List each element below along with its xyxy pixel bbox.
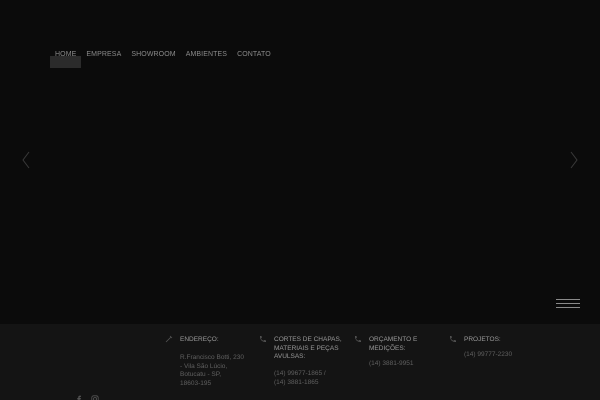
projetos-phone: (14) 99777-2230 (464, 351, 513, 358)
slider-next-button[interactable] (568, 150, 580, 170)
pin-icon (165, 335, 173, 343)
main-nav: HOME EMPRESA SHOWROOM AMBIENTES CONTATO (50, 46, 276, 68)
facebook-icon[interactable] (75, 390, 83, 400)
footer: ENDEREÇO: R.Francisco Botti, 230 - Vila … (0, 324, 600, 400)
address-line: 18603-195 (180, 379, 212, 387)
phone-icon (449, 335, 457, 343)
orcamento-phone: (14) 3881-9951 (369, 360, 414, 367)
nav-item-ambientes[interactable]: AMBIENTES (181, 46, 232, 68)
nav-item-contato[interactable]: CONTATO (232, 46, 276, 68)
address-label: ENDEREÇO: (180, 336, 219, 343)
cortes-phone: (14) 99677-1865 / (274, 370, 326, 377)
orcamento-label-line: MEDIÇÕES: (369, 344, 406, 352)
slider-prev-button[interactable] (20, 150, 32, 170)
address-line: - Vila São Lúcio, (180, 362, 228, 370)
social-links (75, 390, 99, 400)
hamburger-menu-icon[interactable] (556, 299, 580, 311)
orcamento-label-line: ORÇAMENTO E (369, 336, 418, 343)
address-line: R.Francisco Botti, 230 (180, 354, 244, 361)
cortes-label-line: CORTES DE CHAPAS, (274, 336, 342, 343)
address-line: Botucatu - SP, (180, 371, 222, 379)
projetos-label: PROJETOS: (464, 336, 501, 343)
chevron-right-icon (568, 151, 580, 174)
hero-slider: HOME EMPRESA SHOWROOM AMBIENTES CONTATO (0, 0, 600, 324)
chevron-left-icon (20, 151, 32, 174)
nav-item-showroom[interactable]: SHOWROOM (126, 46, 180, 68)
nav-item-empresa[interactable]: EMPRESA (81, 46, 126, 68)
phone-icon (259, 335, 267, 343)
cortes-label-line: AVULSAS: (274, 353, 306, 361)
instagram-icon[interactable] (91, 390, 99, 400)
phone-icon (354, 335, 362, 343)
cortes-label-line: MATERIAIS E PEÇAS (274, 344, 339, 352)
page: HOME EMPRESA SHOWROOM AMBIENTES CONTATO … (0, 0, 600, 400)
nav-item-home[interactable]: HOME (50, 46, 82, 68)
cortes-phone: (14) 3881-1865 (274, 378, 319, 386)
